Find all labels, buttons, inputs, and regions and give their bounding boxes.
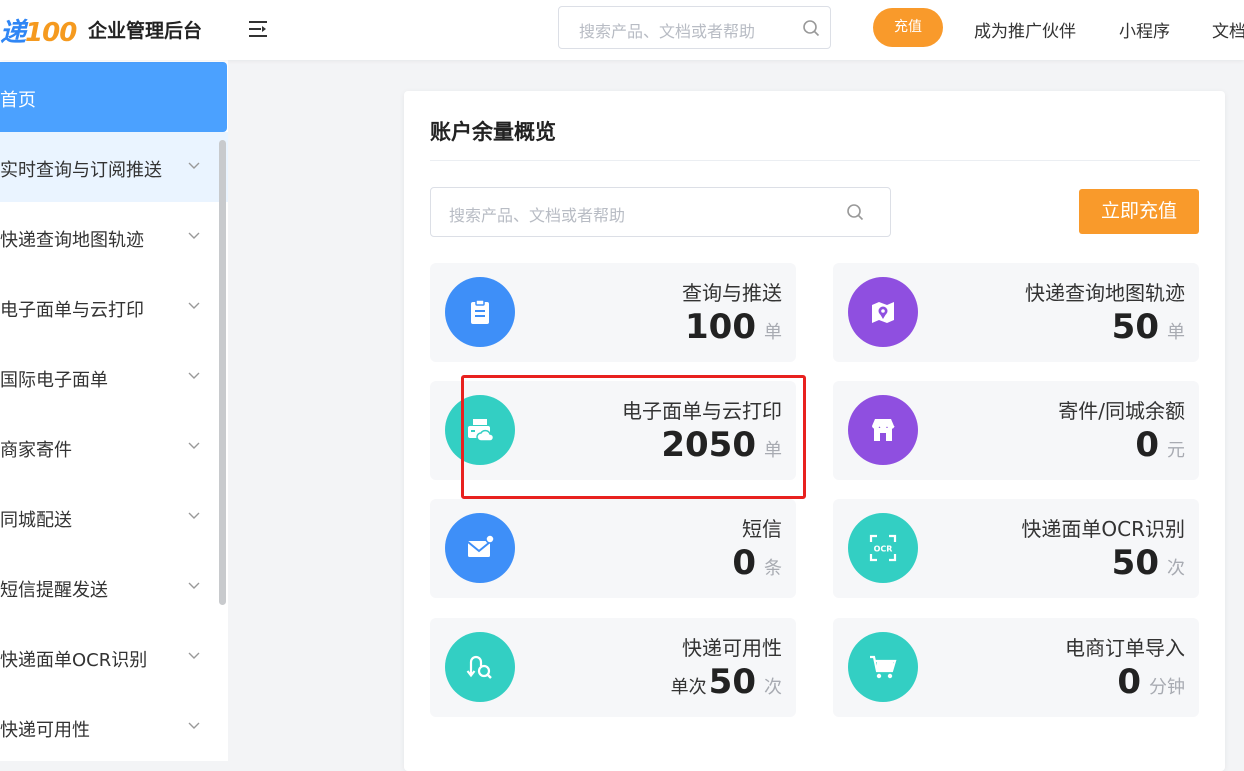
sidebar-scrollbar[interactable] xyxy=(219,140,226,605)
chevron-down-icon xyxy=(188,442,200,449)
tile-unit: 单 xyxy=(1167,322,1185,343)
chevron-down-icon xyxy=(188,372,200,379)
search-icon[interactable] xyxy=(846,203,864,221)
tile-value-row: 0条 xyxy=(732,543,782,583)
tile-value-row: 100 单 xyxy=(685,307,782,347)
tile-value: 50 xyxy=(1111,543,1159,583)
chevron-down-icon xyxy=(188,722,200,729)
sidebar-item-label: 首页 xyxy=(0,90,36,111)
tile-query-push[interactable]: 查询与推送 100 单 xyxy=(430,263,796,362)
tile-name: 寄件/同城余额 xyxy=(1058,399,1185,423)
tile-sms[interactable]: 短信 0条 xyxy=(430,499,796,598)
sidebar-item-sms-reminder[interactable]: 短信提醒发送 xyxy=(0,552,228,622)
nav-link-miniprogram[interactable]: 小程序 xyxy=(1119,17,1170,42)
tile-name: 短信 xyxy=(742,517,782,541)
tile-value: 50 xyxy=(1111,307,1159,347)
sidebar-item-label: 实时查询与订阅推送 xyxy=(0,160,162,181)
tile-unit: 次 xyxy=(1167,558,1185,579)
tile-ecommerce-import[interactable]: 电商订单导入 0 分钟 xyxy=(833,618,1199,717)
search-icon[interactable] xyxy=(802,19,820,37)
chevron-down-icon xyxy=(188,162,200,169)
tile-value-row: 0 分钟 xyxy=(1117,662,1185,702)
nav-link-partner[interactable]: 成为推广伙伴 xyxy=(974,17,1076,42)
sidebar-item-label: 国际电子面单 xyxy=(0,370,108,391)
sidebar-item-city-delivery[interactable]: 同城配送 xyxy=(0,482,228,552)
tile-name: 快递面单OCR识别 xyxy=(1021,517,1185,541)
tile-unit: 次 xyxy=(764,677,782,698)
menu-collapse-icon[interactable] xyxy=(248,18,270,40)
sidebar-item-realtime-query[interactable]: 实时查询与订阅推送 xyxy=(0,132,228,202)
tile-value: 0 xyxy=(1117,662,1141,702)
sidebar-item-availability[interactable]: 快递可用性 xyxy=(0,692,228,762)
chevron-down-icon xyxy=(188,302,200,309)
tile-unit: 单 xyxy=(764,322,782,343)
sidebar-item-merchant-shipping[interactable]: 商家寄件 xyxy=(0,412,228,482)
tile-value-row: 0元 xyxy=(1135,425,1185,465)
nav-link-docs[interactable]: 文档 xyxy=(1212,17,1244,42)
tile-name: 快递查询地图轨迹 xyxy=(1025,281,1185,305)
sidebar-item-label: 电子面单与云打印 xyxy=(0,300,144,321)
header-search-input[interactable]: 搜索产品、文档或者帮助 xyxy=(558,6,831,49)
tile-value: 0 xyxy=(732,543,756,583)
tile-unit: 分钟 xyxy=(1149,677,1185,698)
tile-name: 电商订单导入 xyxy=(1065,636,1185,660)
system-title: 企业管理后台 xyxy=(88,20,203,42)
sidebar: 首页 实时查询与订阅推送 快递查询地图轨迹 电子面单与云打印 国际电子面单 商家… xyxy=(0,60,228,761)
top-header: 递100 企业管理后台 搜索产品、文档或者帮助 充值 成为推广伙伴 小程序 文档 xyxy=(0,0,1244,60)
sidebar-item-label: 快递面单OCR识别 xyxy=(0,650,148,671)
chevron-down-icon xyxy=(188,512,200,519)
mail-icon xyxy=(445,513,515,583)
sidebar-item-map-track[interactable]: 快递查询地图轨迹 xyxy=(0,202,228,272)
sidebar-item-label: 同城配送 xyxy=(0,510,72,531)
chevron-down-icon xyxy=(188,582,200,589)
sidebar-item-label: 快递可用性 xyxy=(0,720,90,741)
tile-name: 查询与推送 xyxy=(682,281,782,305)
sidebar-item-label: 商家寄件 xyxy=(0,440,72,461)
tile-shipping-balance[interactable]: 寄件/同城余额 0元 xyxy=(833,381,1199,480)
tile-ocr[interactable]: OCR 快递面单OCR识别 50 次 xyxy=(833,499,1199,598)
tile-value: 0 xyxy=(1135,425,1159,465)
divider xyxy=(430,160,1200,161)
tile-unit: 元 xyxy=(1167,440,1185,461)
tile-value-row: 50 单 xyxy=(1112,307,1185,347)
tile-name: 快递可用性 xyxy=(682,636,782,660)
sidebar-item-eorder-print[interactable]: 电子面单与云打印 xyxy=(0,272,228,342)
sidebar-item-intl-eorder[interactable]: 国际电子面单 xyxy=(0,342,228,412)
chevron-down-icon xyxy=(188,232,200,239)
tile-value-row: 单次50 次 xyxy=(671,662,782,702)
tile-unit: 条 xyxy=(764,558,782,579)
route-search-icon xyxy=(445,632,515,702)
shopping-cart-icon xyxy=(848,632,918,702)
card-title: 账户余量概览 xyxy=(430,120,556,144)
sidebar-item-label: 短信提醒发送 xyxy=(0,580,108,601)
tile-value: 100 xyxy=(685,307,756,347)
tile-value: 50 xyxy=(708,662,756,702)
sidebar-item-ocr[interactable]: 快递面单OCR识别 xyxy=(0,622,228,692)
map-pin-icon xyxy=(848,277,918,347)
tile-map-track[interactable]: 快递查询地图轨迹 50 单 xyxy=(833,263,1199,362)
recharge-button[interactable]: 充值 xyxy=(873,8,943,47)
highlight-annotation xyxy=(461,375,806,499)
card-search-input[interactable]: 搜索产品、文档或者帮助 xyxy=(430,187,891,237)
brand-logo[interactable]: 递100 xyxy=(0,12,77,49)
clipboard-icon xyxy=(445,277,515,347)
chevron-down-icon xyxy=(188,652,200,659)
tile-value-row: 50 次 xyxy=(1112,543,1185,583)
tile-value-prefix: 单次 xyxy=(670,677,707,698)
recharge-now-button[interactable]: 立即充值 xyxy=(1079,189,1199,234)
storefront-icon xyxy=(848,395,918,465)
tile-availability[interactable]: 快递可用性 单次50 次 xyxy=(430,618,796,717)
ocr-scan-icon: OCR xyxy=(848,513,918,583)
sidebar-item-label: 快递查询地图轨迹 xyxy=(0,230,144,251)
sidebar-item-home[interactable]: 首页 xyxy=(0,62,227,132)
svg-text:OCR: OCR xyxy=(874,545,893,554)
